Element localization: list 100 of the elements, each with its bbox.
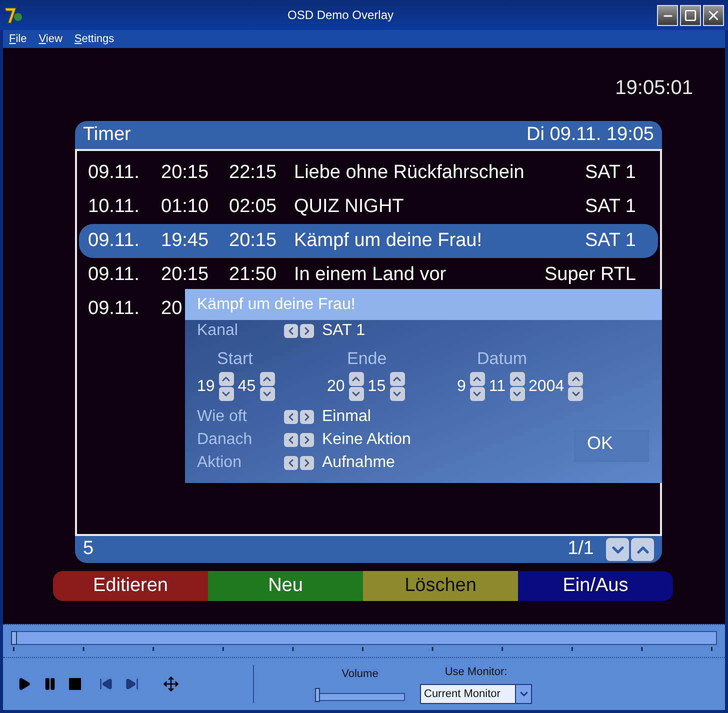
spin-value: 15	[368, 376, 386, 396]
spin-down-button[interactable]	[510, 387, 525, 401]
skip-forward-icon[interactable]	[125, 677, 139, 691]
field-value: Einmal	[322, 406, 371, 426]
page-indicator: 1/1	[568, 537, 594, 562]
field-label: Wie oft	[197, 406, 248, 426]
spin-down-button[interactable]	[390, 387, 405, 401]
function-key-button[interactable]: Editieren	[53, 571, 208, 601]
left-arrow-button[interactable]	[284, 324, 298, 338]
row-cell-text: 21:50	[229, 262, 277, 287]
ok-button[interactable]: OK	[574, 430, 649, 462]
row-cell-text: 02:05	[229, 194, 277, 219]
timer-row[interactable]: 09.11. 20:15 22:15 Liebe ohne Rückfahrschein SAT 1	[79, 156, 658, 190]
timer-row[interactable]: 10.11. 01:10 02:05 QUIZ NIGHT SAT 1	[79, 190, 658, 224]
right-arrow-button[interactable]	[300, 324, 314, 338]
timer-datetime: Di 09.11. 19:05	[526, 122, 654, 147]
maximize-icon	[684, 8, 697, 22]
dialog-title: Kämpf um deine Frau!	[185, 289, 662, 320]
spin-up-button[interactable]	[470, 372, 485, 386]
right-arrow-button[interactable]	[300, 456, 314, 470]
window-title: OSD Demo Overlay	[286, 7, 395, 24]
function-key-button[interactable]: Neu	[208, 571, 363, 601]
pause-icon[interactable]	[43, 677, 57, 691]
timer-row[interactable]: 09.11. 19:45 20:15 Kämpf um deine Frau! SAT 1	[79, 224, 658, 258]
row-cell-text: 20:15	[161, 262, 209, 287]
row-cell-text: 01:10	[161, 194, 209, 219]
row-cell-text: 09.11.	[88, 262, 140, 287]
timer-row[interactable]: 09.11. 20:15 21:50 In einem Land vor Super RTL	[79, 258, 658, 292]
page-up-button[interactable]	[631, 538, 654, 561]
page-down-button[interactable]	[606, 538, 629, 561]
right-arrow-button[interactable]	[300, 432, 314, 446]
row-cell-text: QUIZ NIGHT	[294, 194, 404, 219]
menu-item[interactable]: Settings	[74, 30, 114, 48]
spin-down-button[interactable]	[348, 387, 364, 401]
spin-value: 11	[488, 376, 506, 396]
row-cell-text: 19:45	[161, 228, 209, 253]
minimize-button[interactable]	[657, 4, 678, 26]
field-value: Keine Aktion	[322, 430, 411, 450]
volume-label: Volume	[342, 667, 378, 682]
slider-thumb[interactable]	[315, 688, 320, 702]
field-label: Kanal	[197, 321, 239, 341]
spin-value: 9	[457, 376, 466, 396]
spin-value: 19	[197, 376, 215, 396]
spin-down-button[interactable]	[568, 387, 584, 401]
skip-back-icon[interactable]	[99, 677, 113, 691]
monitor-dropdown[interactable]: Current Monitor	[420, 684, 532, 704]
row-cell-text: SAT 1	[584, 160, 636, 185]
row-cell-text: Super RTL	[544, 262, 636, 287]
maximize-button[interactable]	[680, 4, 701, 26]
function-key-button[interactable]: Ein/Aus	[518, 571, 673, 601]
monitor-label: Use Monitor:	[444, 665, 508, 680]
field-label: Danach	[197, 430, 254, 450]
menu-item[interactable]: View	[38, 30, 62, 48]
row-cell-text: 20:15	[229, 228, 277, 253]
row-cell-text: Liebe ohne Rückfahrschein	[294, 160, 524, 185]
app-logo-icon	[4, 6, 24, 24]
spin-down-button[interactable]	[218, 387, 234, 401]
group-label: Datum	[477, 348, 528, 368]
row-cell-text: 09.11.	[88, 228, 140, 253]
slider-thumb[interactable]	[11, 630, 17, 644]
field-value: Aufnahme	[322, 452, 395, 472]
menu-item[interactable]: File	[9, 30, 27, 48]
move-icon[interactable]	[163, 676, 179, 692]
clock: 19:05:01	[615, 77, 693, 101]
row-cell-text: 09.11.	[88, 296, 140, 321]
row-cell-text: SAT 1	[584, 194, 636, 219]
row-cell-text: Kämpf um deine Frau!	[294, 228, 482, 253]
row-cell-text: SAT 1	[584, 228, 636, 253]
row-cell-text: 20	[161, 296, 182, 321]
left-arrow-button[interactable]	[284, 456, 298, 470]
field-label: Aktion	[197, 452, 242, 472]
field-value: SAT 1	[322, 321, 365, 341]
position-slider[interactable]	[11, 630, 717, 644]
close-button[interactable]	[703, 4, 724, 26]
spin-up-button[interactable]	[260, 372, 275, 386]
row-cell-text: 09.11.	[88, 160, 140, 185]
left-arrow-button[interactable]	[284, 432, 298, 446]
timer-title: Timer	[83, 122, 131, 147]
row-cell-text: 20:15	[161, 160, 209, 185]
spin-value: 2004	[528, 376, 564, 396]
right-arrow-button[interactable]	[300, 410, 314, 424]
volume-slider[interactable]	[315, 688, 405, 702]
spin-up-button[interactable]	[348, 372, 364, 386]
spin-up-button[interactable]	[390, 372, 405, 386]
group-label: Ende	[347, 348, 388, 368]
play-icon[interactable]	[17, 677, 31, 691]
left-arrow-button[interactable]	[284, 410, 298, 424]
row-cell-text: 22:15	[229, 160, 277, 185]
spin-value: 20	[327, 376, 345, 396]
row-cell-text: In einem Land vor	[294, 262, 446, 287]
row-cell-text: 10.11.	[88, 194, 140, 219]
spin-up-button[interactable]	[510, 372, 525, 386]
group-label: Start	[217, 348, 254, 368]
spin-up-button[interactable]	[568, 372, 584, 386]
spin-value: 45	[238, 376, 256, 396]
function-key-button[interactable]: Löschen	[363, 571, 518, 601]
timer-count: 5	[83, 537, 95, 562]
spin-down-button[interactable]	[260, 387, 275, 401]
spin-up-button[interactable]	[218, 372, 234, 386]
spin-down-button[interactable]	[470, 387, 485, 401]
